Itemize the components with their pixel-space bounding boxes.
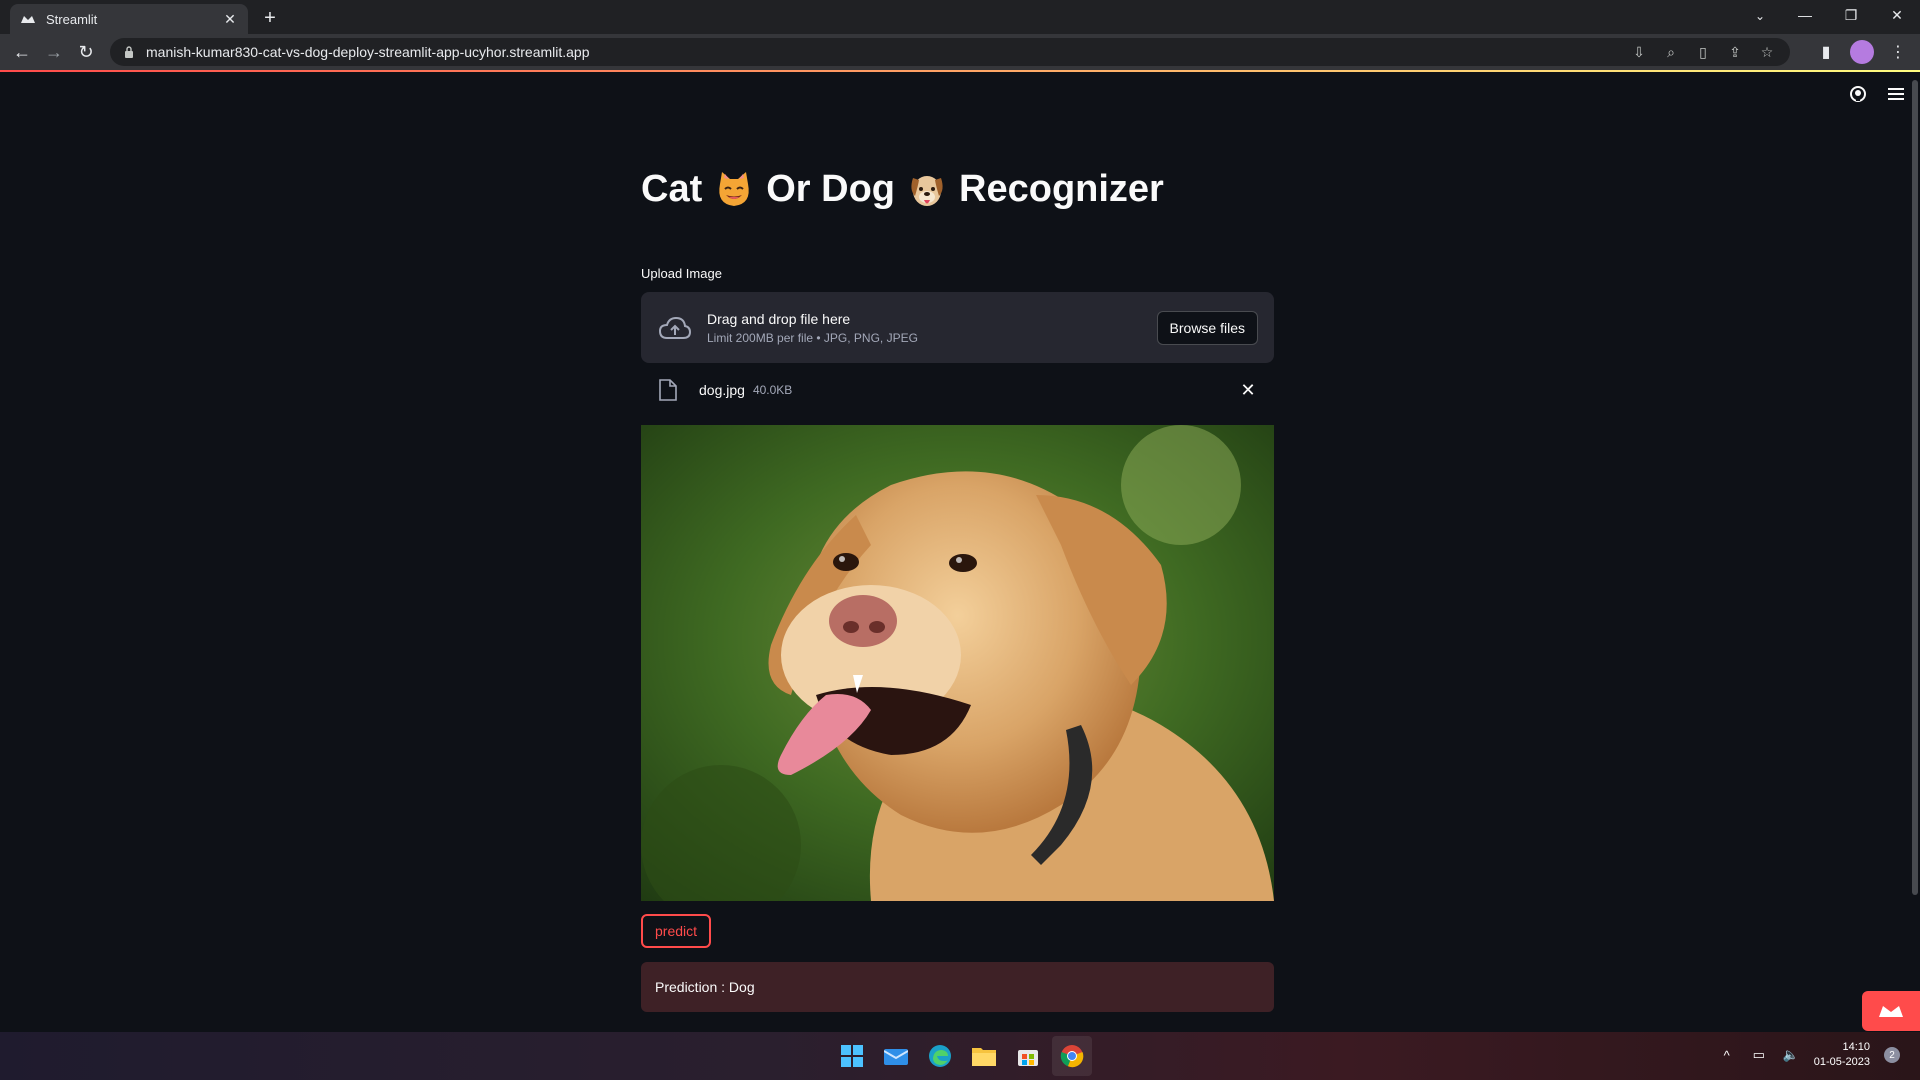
- page-title: Cat Or Dog Recognizer: [641, 168, 1164, 211]
- profile-avatar[interactable]: [1850, 40, 1874, 64]
- dog-face-icon: [907, 170, 947, 210]
- mail-icon[interactable]: [876, 1036, 916, 1076]
- lock-icon[interactable]: [122, 45, 136, 59]
- clock[interactable]: 14:10 01-05-2023: [1814, 1040, 1870, 1070]
- file-size: 40.0KB: [752, 383, 793, 397]
- volume-icon[interactable]: 🔈: [1782, 1046, 1800, 1064]
- streamlit-badge[interactable]: [1862, 991, 1920, 1031]
- restore-icon[interactable]: ❐: [1828, 0, 1874, 30]
- back-icon[interactable]: ←: [10, 40, 34, 64]
- header-decoration: [0, 70, 1920, 72]
- taskbar-apps: [832, 1036, 1092, 1076]
- file-name: dog.jpg: [699, 382, 745, 398]
- file-explorer-icon[interactable]: [964, 1036, 1004, 1076]
- store-icon[interactable]: [1008, 1036, 1048, 1076]
- minimize-icon[interactable]: —: [1782, 0, 1828, 30]
- chrome-menu-icon[interactable]: ⋮: [1886, 40, 1910, 64]
- share-icon[interactable]: ⇪: [1726, 43, 1744, 61]
- dropzone-limits: Limit 200MB per file • JPG, PNG, JPEG: [707, 330, 918, 345]
- uploaded-file-row: dog.jpg 40.0KB ✕: [641, 372, 1274, 408]
- forward-icon[interactable]: →: [42, 40, 66, 64]
- page-icon[interactable]: ▯: [1694, 43, 1712, 61]
- title-recognizer-text: Recognizer: [959, 168, 1164, 210]
- github-icon[interactable]: [1848, 84, 1868, 104]
- chevron-up-icon[interactable]: ^: [1718, 1046, 1736, 1064]
- cloud-upload-icon: [657, 310, 693, 346]
- prediction-result: Prediction : Dog: [641, 962, 1274, 1012]
- new-tab-icon[interactable]: +: [258, 6, 282, 30]
- browser-tab[interactable]: Streamlit ✕: [10, 4, 248, 34]
- windows-start-icon[interactable]: [832, 1036, 872, 1076]
- window-controls: — ❐ ✕: [1782, 0, 1920, 30]
- file-icon: [657, 378, 679, 402]
- network-icon[interactable]: ▭: [1750, 1046, 1768, 1064]
- install-app-icon[interactable]: ⇩: [1630, 43, 1648, 61]
- toolbar-right: ▮ ⋮: [1814, 40, 1910, 64]
- app-header-actions: [1848, 84, 1906, 104]
- upload-label: Upload Image: [641, 266, 722, 281]
- edge-icon[interactable]: [920, 1036, 960, 1076]
- omnibox-actions: ⇩ ⌕ ▯ ⇪ ☆: [1630, 43, 1790, 61]
- file-dropzone[interactable]: Drag and drop file here Limit 200MB per …: [641, 292, 1274, 363]
- browser-tab-bar: Streamlit ✕ + ⌄ — ❐ ✕: [0, 0, 1920, 34]
- reload-icon[interactable]: ↻: [74, 40, 98, 64]
- chrome-icon[interactable]: [1052, 1036, 1092, 1076]
- uploaded-dog-image: [641, 425, 1274, 901]
- url-text: manish-kumar830-cat-vs-dog-deploy-stream…: [146, 44, 590, 60]
- page-scrollbar[interactable]: [1912, 80, 1918, 895]
- address-bar[interactable]: manish-kumar830-cat-vs-dog-deploy-stream…: [110, 38, 1790, 66]
- dropzone-text: Drag and drop file here Limit 200MB per …: [707, 311, 1157, 345]
- predict-button[interactable]: predict: [641, 914, 712, 948]
- side-panel-icon[interactable]: ▮: [1814, 40, 1838, 64]
- hamburger-menu-icon[interactable]: [1886, 84, 1906, 104]
- os-taskbar: ^ ▭ 🔈 14:10 01-05-2023 2: [0, 1032, 1920, 1080]
- title-or-dog-text: Or Dog: [766, 168, 896, 210]
- clock-date: 01-05-2023: [1813, 1056, 1870, 1068]
- title-cat-text: Cat: [641, 168, 703, 210]
- window-close-icon[interactable]: ✕: [1874, 0, 1920, 30]
- tab-title: Streamlit: [46, 11, 98, 27]
- notification-badge[interactable]: 2: [1884, 1047, 1900, 1063]
- browse-files-button[interactable]: Browse files: [1156, 310, 1258, 345]
- cat-face-icon: [714, 170, 754, 210]
- clock-time: 14:10: [1842, 1041, 1870, 1053]
- remove-file-icon[interactable]: ✕: [1238, 380, 1258, 400]
- browser-toolbar: ← → ↻ manish-kumar830-cat-vs-dog-deploy-…: [0, 34, 1920, 70]
- dropzone-instructions: Drag and drop file here: [707, 310, 851, 327]
- streamlit-favicon-icon: [20, 11, 36, 27]
- tab-close-icon[interactable]: ✕: [222, 11, 238, 28]
- bookmark-star-icon[interactable]: ☆: [1758, 43, 1776, 61]
- system-tray: ^ ▭ 🔈 14:10 01-05-2023 2: [1718, 1040, 1900, 1070]
- zoom-icon[interactable]: ⌕: [1662, 43, 1680, 61]
- tab-search-icon[interactable]: ⌄: [1750, 6, 1770, 26]
